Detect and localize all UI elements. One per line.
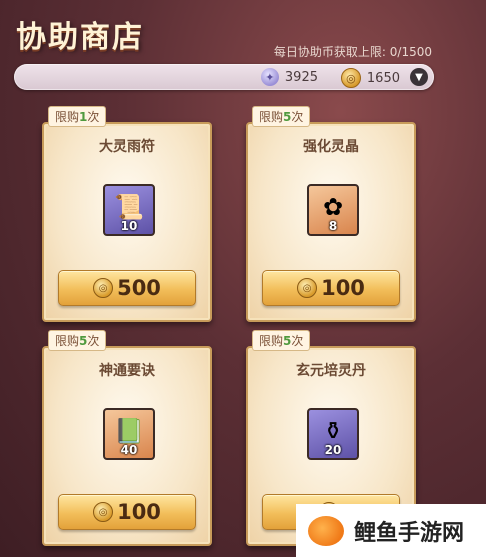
item-count: 8	[328, 219, 338, 233]
spirit-amount: 3925	[284, 69, 318, 85]
scroll-icon: 📜	[114, 193, 144, 221]
item-slot[interactable]: 📗 40	[103, 408, 155, 460]
gold-currency: ◎ 1650	[340, 68, 400, 88]
item-slot[interactable]: 📜 10	[103, 184, 155, 236]
item-name: 强化灵晶	[303, 139, 359, 155]
chevron-down-icon[interactable]: ▼	[410, 68, 428, 86]
item-count: 10	[120, 219, 138, 233]
purchase-limit-badge: 限购5次	[252, 106, 311, 127]
jade-book-icon: 📗	[114, 417, 144, 445]
shop-item-card[interactable]: 限购5次 强化灵晶 ✿ 8 ◎ 100	[246, 106, 416, 322]
spirit-currency: ✦ 3925	[260, 68, 318, 86]
item-name: 神通要诀	[99, 363, 155, 379]
item-slot[interactable]: ✿ 8	[307, 184, 359, 236]
daily-limit-text: 每日协助币获取上限: 0/1500	[273, 45, 432, 59]
item-slot[interactable]: ⚱ 20	[307, 408, 359, 460]
watermark-text: 鲤鱼手游网	[354, 520, 465, 546]
shop-title: 协助商店	[16, 20, 144, 55]
item-count: 20	[324, 443, 342, 457]
site-watermark: 鲤鱼手游网	[296, 504, 486, 557]
shop-item-card[interactable]: 限购5次 神通要诀 📗 40 ◎ 100	[42, 330, 212, 546]
pill-gourd-icon: ⚱	[322, 417, 344, 445]
buy-button[interactable]: ◎ 100	[262, 270, 400, 306]
shop-item-card[interactable]: 限购1次 大灵雨符 📜 10 ◎ 500	[42, 106, 212, 322]
gold-amount: 1650	[366, 70, 400, 86]
purchase-limit-badge: 限购5次	[252, 330, 311, 351]
price-label: 500	[117, 276, 161, 300]
item-name: 大灵雨符	[99, 139, 155, 155]
fish-logo-icon	[308, 515, 344, 546]
gold-coin-icon: ◎	[297, 278, 318, 298]
buy-button[interactable]: ◎ 500	[58, 270, 196, 306]
gold-coin-icon: ◎	[340, 68, 361, 88]
spirit-coin-icon: ✦	[260, 68, 279, 86]
price-label: 100	[117, 500, 161, 524]
purchase-limit-badge: 限购1次	[48, 106, 107, 127]
currency-bar: ✦ 3925 ◎ 1650 ▼	[14, 64, 434, 90]
item-name: 玄元培灵丹	[296, 363, 366, 379]
buy-button[interactable]: ◎ 100	[58, 494, 196, 530]
gold-coin-icon: ◎	[93, 502, 114, 522]
crystal-flower-icon: ✿	[322, 193, 344, 221]
purchase-limit-badge: 限购5次	[48, 330, 107, 351]
gold-coin-icon: ◎	[93, 278, 114, 298]
item-count: 40	[120, 443, 138, 457]
price-label: 100	[321, 276, 365, 300]
